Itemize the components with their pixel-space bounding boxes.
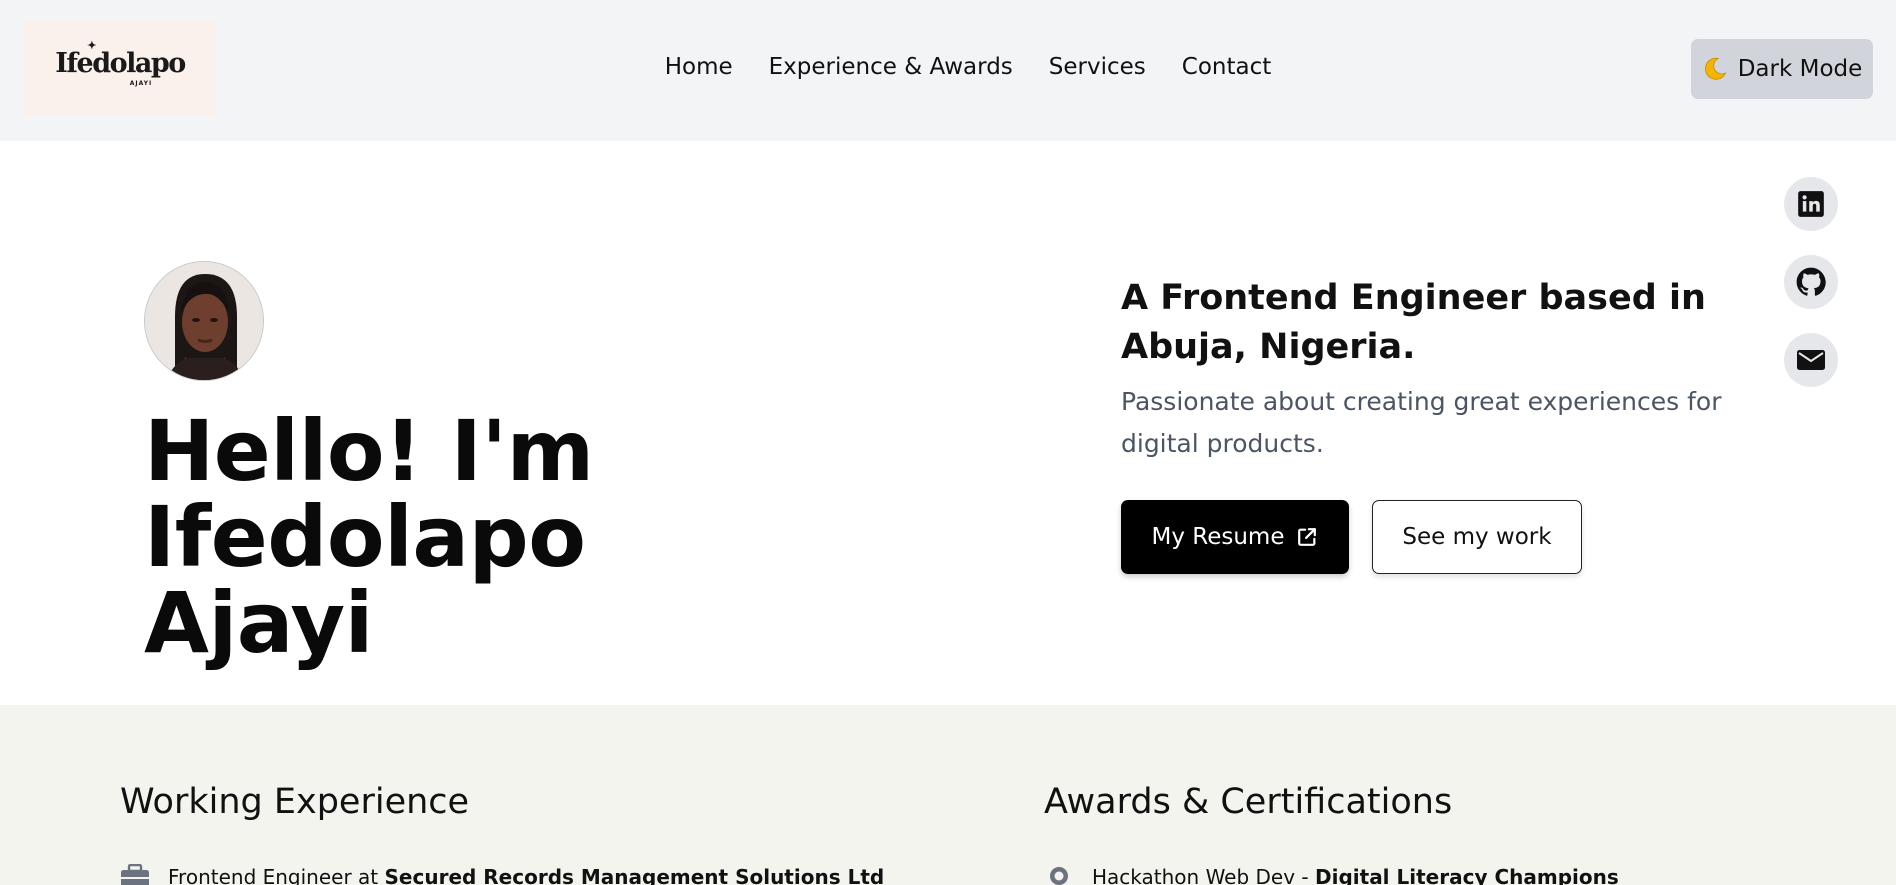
working-experience-title: Working Experience <box>120 782 470 822</box>
logo-subtitle: AJAYI <box>129 79 153 87</box>
profile-photo <box>145 262 263 380</box>
resume-label: My Resume <box>1151 524 1285 550</box>
nav-services[interactable]: Services <box>1049 54 1146 80</box>
hero-title-line-2: Ajayi <box>144 574 373 672</box>
linkedin-icon <box>1798 191 1824 217</box>
github-link[interactable] <box>1784 255 1838 309</box>
hero-title: Hello! I'm Ifedolapo Ajayi <box>144 408 1044 666</box>
hero-tagline: A Frontend Engineer based in Abuja, Nige… <box>1121 278 1706 367</box>
external-link-icon <box>1298 528 1317 546</box>
award-title: Hackathon Web Dev - <box>1092 865 1315 885</box>
moon-icon <box>1704 57 1727 80</box>
sparkle-icon: ✦ <box>87 38 96 52</box>
dark-mode-button[interactable]: Dark Mode <box>1691 39 1873 99</box>
email-link[interactable] <box>1784 333 1838 387</box>
github-icon <box>1796 267 1826 296</box>
see-my-work-button[interactable]: See my work <box>1372 500 1582 574</box>
briefcase-icon <box>121 864 149 885</box>
nav-contact[interactable]: Contact <box>1182 54 1271 80</box>
award-item: Hackathon Web Dev - Digital Literacy Cha… <box>1044 864 1619 885</box>
site-header: ✦ Ifedolapo AJAYI Home Experience & Awar… <box>0 0 1896 141</box>
experience-company: Secured Records Management Solutions Ltd <box>384 865 885 885</box>
hero-title-line-1: Hello! I'm Ifedolapo <box>144 402 594 586</box>
resume-button[interactable]: My Resume <box>1121 500 1349 574</box>
award-text: Hackathon Web Dev - Digital Literacy Cha… <box>1092 865 1619 885</box>
nav-home[interactable]: Home <box>665 54 733 80</box>
award-icon <box>1050 867 1068 885</box>
experience-role: Frontend Engineer at <box>168 865 385 885</box>
award-org: Digital Literacy Champions <box>1315 865 1619 885</box>
linkedin-link[interactable] <box>1784 177 1838 231</box>
awards-title: Awards & Certifications <box>1044 782 1453 822</box>
main-nav: Home Experience & Awards Services Contac… <box>0 54 1896 80</box>
avatar <box>144 261 264 381</box>
nav-experience-awards[interactable]: Experience & Awards <box>769 54 1013 80</box>
experience-item: Frontend Engineer at Secured Records Man… <box>120 864 884 885</box>
dark-mode-label: Dark Mode <box>1737 56 1863 82</box>
hero-subtext: Passionate about creating great experien… <box>1121 387 1722 458</box>
mail-icon <box>1797 350 1825 370</box>
experience-text: Frontend Engineer at Secured Records Man… <box>168 865 884 885</box>
